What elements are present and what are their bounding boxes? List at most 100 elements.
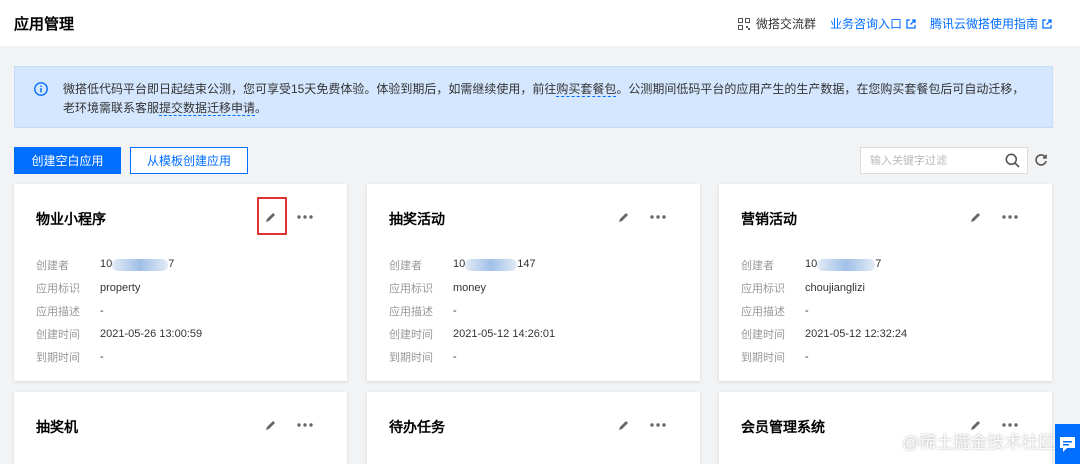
more-options-icon[interactable] <box>650 423 666 427</box>
app-card-title: 会员管理系统 <box>741 419 825 435</box>
page-title: 应用管理 <box>14 16 75 33</box>
app-card[interactable]: 抽奖机 <box>14 392 347 464</box>
app-card[interactable]: 待办任务 <box>367 392 700 464</box>
business-consult-link[interactable]: 业务咨询入口 <box>830 15 916 32</box>
guide-label: 腾讯云微搭使用指南 <box>929 17 1038 31</box>
created-at-row: 创建时间 2021-05-12 14:26:01 <box>389 322 555 345</box>
create-blank-app-button[interactable]: 创建空白应用 <box>14 147 121 174</box>
created-at-label: 创建时间 <box>36 328 80 341</box>
app-card-title: 营销活动 <box>741 211 797 227</box>
expire-at-row: 到期时间 - <box>36 345 202 368</box>
info-icon <box>34 82 48 96</box>
app-card-details: 创建者 10 7 应用标识 property 应用描述 - 创建时间 2021-0… <box>36 253 202 368</box>
app-card-title: 待办任务 <box>389 419 445 435</box>
external-link-icon <box>906 18 916 29</box>
app-desc-value: - <box>100 304 104 317</box>
app-desc-row: 应用描述 - <box>36 299 202 322</box>
created-at-row: 创建时间 2021-05-12 12:32:24 <box>741 322 907 345</box>
creator-label: 创建者 <box>36 259 69 272</box>
creator-suffix: 7 <box>875 258 882 271</box>
edit-pencil-icon[interactable] <box>265 211 277 223</box>
expire-at-value: - <box>453 350 457 363</box>
created-at-label: 创建时间 <box>389 328 433 341</box>
creator-row: 创建者 10 7 <box>36 253 202 276</box>
redacted-blur <box>817 258 876 271</box>
search-icon[interactable] <box>1005 153 1020 168</box>
app-id-row: 应用标识 money <box>389 276 555 299</box>
creator-row: 创建者 10 7 <box>741 253 907 276</box>
redacted-blur <box>112 258 169 271</box>
guide-link[interactable]: 腾讯云微搭使用指南 <box>930 15 1052 32</box>
more-options-icon[interactable] <box>650 215 666 219</box>
created-at-row: 创建时间 2021-05-26 13:00:59 <box>36 322 202 345</box>
app-id-label: 应用标识 <box>741 282 785 295</box>
community-group-label: 微搭交流群 <box>755 17 816 31</box>
app-id-value: property <box>100 281 141 294</box>
app-card-title: 抽奖机 <box>36 419 78 435</box>
expire-at-row: 到期时间 - <box>389 345 555 368</box>
edit-pencil-icon[interactable] <box>618 419 630 431</box>
app-desc-label: 应用描述 <box>741 305 785 318</box>
app-desc-value: - <box>453 304 457 317</box>
creator-value: 10 147 <box>453 258 536 271</box>
expire-at-label: 到期时间 <box>389 351 433 364</box>
creator-value: 10 7 <box>805 258 882 271</box>
chat-button[interactable] <box>1055 424 1080 464</box>
notice-text-part: 微搭低代码平台即日起结束公测，您可享受15天免费体验。体验到期后，如需继续使用，… <box>63 82 557 96</box>
app-id-value: money <box>453 281 487 294</box>
expire-at-value: - <box>100 350 104 363</box>
business-consult-label: 业务咨询入口 <box>829 17 902 31</box>
more-options-icon[interactable] <box>297 215 313 219</box>
app-card-title: 抽奖活动 <box>389 211 445 227</box>
create-from-template-button[interactable]: 从模板创建应用 <box>130 147 248 174</box>
header-links: 微搭交流群 业务咨询入口 腾讯云微搭使用指南 <box>724 15 1052 32</box>
watermark: @稀土掘金技术社区 <box>902 433 1056 452</box>
expire-at-label: 到期时间 <box>36 351 80 364</box>
created-at-value: 2021-05-26 13:00:59 <box>100 327 203 340</box>
expire-at-label: 到期时间 <box>741 351 785 364</box>
more-options-icon[interactable] <box>1002 215 1018 219</box>
app-card-title: 物业小程序 <box>36 211 106 227</box>
notice-text-part: 。 <box>255 101 268 115</box>
notice-text: 微搭低代码平台即日起结束公测，您可享受15天免费体验。体验到期后，如需继续使用，… <box>63 80 1033 118</box>
created-at-value: 2021-05-12 14:26:01 <box>453 327 556 340</box>
app-card-details: 创建者 10 147 应用标识 money 应用描述 - 创建时间 2021-05… <box>389 253 555 368</box>
buy-package-link[interactable]: 购买套餐包 <box>556 82 617 97</box>
chat-icon <box>1060 437 1075 452</box>
notice-banner: 微搭低代码平台即日起结束公测，您可享受15天免费体验。体验到期后，如需继续使用，… <box>14 66 1053 128</box>
refresh-icon[interactable] <box>1034 153 1048 167</box>
app-id-label: 应用标识 <box>36 282 80 295</box>
creator-suffix: 7 <box>168 258 175 271</box>
app-card[interactable]: 营销活动 创建者 10 7 应用标识 choujianglizi 应用描述 - 创… <box>719 184 1052 381</box>
creator-suffix: 147 <box>517 258 536 271</box>
app-card[interactable]: 物业小程序 创建者 10 7 应用标识 property 应用描述 - 创建时间 … <box>14 184 347 381</box>
app-desc-label: 应用描述 <box>389 305 433 318</box>
community-group-link[interactable]: 微搭交流群 <box>737 15 816 32</box>
search-input[interactable] <box>861 148 999 173</box>
created-at-value: 2021-05-12 12:32:24 <box>805 327 908 340</box>
created-at-label: 创建时间 <box>741 328 785 341</box>
redacted-blur <box>465 258 518 271</box>
edit-pencil-icon[interactable] <box>970 211 982 223</box>
edit-pencil-icon[interactable] <box>265 419 277 431</box>
edit-pencil-icon[interactable] <box>618 211 630 223</box>
app-id-row: 应用标识 choujianglizi <box>741 276 907 299</box>
more-options-icon[interactable] <box>297 423 313 427</box>
creator-value: 10 7 <box>100 258 175 271</box>
creator-label: 创建者 <box>741 259 774 272</box>
creator-prefix: 10 <box>805 258 818 271</box>
app-id-label: 应用标识 <box>389 282 433 295</box>
app-id-value: choujianglizi <box>805 281 865 294</box>
migration-request-link[interactable]: 提交数据迁移申请 <box>159 101 256 116</box>
app-card-details: 创建者 10 7 应用标识 choujianglizi 应用描述 - 创建时间 2… <box>741 253 907 368</box>
app-card[interactable]: 抽奖活动 创建者 10 147 应用标识 money 应用描述 - 创建时间 20… <box>367 184 700 381</box>
app-desc-row: 应用描述 - <box>389 299 555 322</box>
external-link-icon <box>1042 18 1052 29</box>
more-options-icon[interactable] <box>1002 423 1018 427</box>
app-desc-value: - <box>805 304 809 317</box>
app-desc-label: 应用描述 <box>36 305 80 318</box>
qrcode-icon <box>737 17 750 30</box>
creator-row: 创建者 10 147 <box>389 253 555 276</box>
creator-prefix: 10 <box>453 258 466 271</box>
expire-at-row: 到期时间 - <box>741 345 907 368</box>
